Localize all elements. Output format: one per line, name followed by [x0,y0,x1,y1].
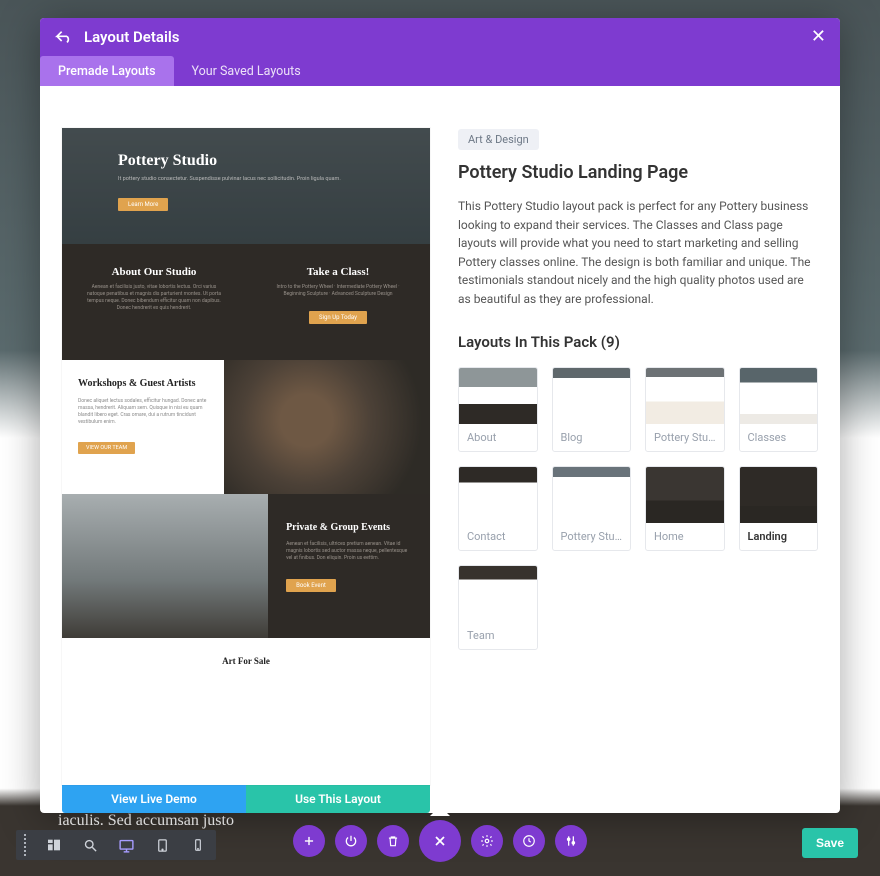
layout-description: This Pottery Studio layout pack is perfe… [458,197,818,309]
power-button[interactable] [335,825,367,857]
layout-thumb [646,467,724,523]
layout-thumb [646,368,724,424]
layout-card-about[interactable]: About [458,367,538,452]
preview-hero-title: Pottery Studio [118,152,374,170]
zoom-icon[interactable] [76,831,104,859]
tab-your-saved-layouts[interactable]: Your Saved Layouts [174,56,319,86]
delete-button[interactable] [377,825,409,857]
preview-class-button: Sign Up Today [309,311,367,324]
preview-hero-button: Learn More [118,198,168,211]
layout-card-pottery-studio-1[interactable]: Pottery Studi... [645,367,725,452]
save-button[interactable]: Save [802,828,858,858]
preview-events-image [62,494,268,638]
layout-thumb [553,368,631,424]
modal-tabs: Premade Layouts Your Saved Layouts [40,56,840,86]
wireframe-view-icon[interactable] [40,831,68,859]
close-icon[interactable]: ✕ [811,28,826,46]
layout-label: Landing [740,523,818,550]
builder-responsive-bar [16,830,216,860]
preview-workshop-image [224,360,430,494]
builder-action-bar [293,820,587,862]
close-builder-button[interactable] [419,820,461,862]
layout-card-pottery-studio-2[interactable]: Pottery Studi... [552,466,632,551]
layout-label: Pottery Studi... [646,424,724,451]
layout-card-classes[interactable]: Classes [739,367,819,452]
settings-button[interactable] [471,825,503,857]
layouts-in-pack-heading: Layouts In This Pack (9) [458,333,818,351]
preview-workshop-button: VIEW OUR TEAM [78,442,135,454]
layout-title: Pottery Studio Landing Page [458,162,818,183]
preview-class-title: Take a Class! [270,266,406,278]
layout-label: Classes [740,424,818,451]
modal-title: Layout Details [84,28,179,46]
layout-thumb [459,467,537,523]
layouts-grid: About Blog Pottery Studi... Classes Cont… [458,367,818,650]
preview-events-text: Aenean et facilisis, ultrices pretium ae… [286,541,412,562]
layout-detail-column: Art & Design Pottery Studio Landing Page… [458,128,818,813]
back-icon[interactable] [54,28,72,46]
layout-card-blog[interactable]: Blog [552,367,632,452]
layout-label: Contact [459,523,537,550]
preview-class-text: Intro to the Pottery Wheel · Intermediat… [270,284,406,298]
layout-thumb [553,467,631,523]
preview-workshop-text: Donec aliquet lectus sodales, efficitur … [78,398,208,426]
layout-label: About [459,424,537,451]
layout-thumb [459,368,537,424]
preview-about-text: Aenean et facilisis justo, vitae loborti… [86,284,222,312]
category-tag[interactable]: Art & Design [458,129,539,150]
adjustments-button[interactable] [555,825,587,857]
layout-thumb [459,566,537,622]
preview-about-title: About Our Studio [86,266,222,278]
preview-events-title: Private & Group Events [286,522,412,533]
action-bar-pointer [430,806,450,816]
preview-workshop-title: Workshops & Guest Artists [78,378,208,390]
layout-label: Blog [553,424,631,451]
preview-events-button: Book Event [286,579,336,592]
layout-preview-column: Pottery Studio It pottery studio consect… [62,128,430,813]
layout-preview[interactable]: Pottery Studio It pottery studio consect… [62,128,430,785]
layout-label: Home [646,523,724,550]
preview-art-title: Art For Sale [62,638,430,670]
layout-thumb [740,368,818,424]
layout-card-team[interactable]: Team [458,565,538,650]
layout-card-landing[interactable]: Landing [739,466,819,551]
tablet-view-icon[interactable] [148,831,176,859]
add-button[interactable] [293,825,325,857]
phone-view-icon[interactable] [184,831,212,859]
tab-premade-layouts[interactable]: Premade Layouts [40,56,174,86]
layout-card-contact[interactable]: Contact [458,466,538,551]
layout-card-home[interactable]: Home [645,466,725,551]
modal-header: Layout Details ✕ Premade Layouts Your Sa… [40,18,840,86]
drag-handle-icon[interactable] [20,834,30,856]
layout-label: Pottery Studi... [553,523,631,550]
background-body-text: iaculis. Sed accumsan justo [58,812,234,830]
layout-details-modal: Layout Details ✕ Premade Layouts Your Sa… [40,18,840,813]
preview-hero-subtitle: It pottery studio consectetur. Suspendis… [118,176,374,183]
use-this-layout-button[interactable]: Use This Layout [246,785,430,813]
layout-label: Team [459,622,537,649]
view-live-demo-button[interactable]: View Live Demo [62,785,246,813]
history-button[interactable] [513,825,545,857]
desktop-view-icon[interactable] [112,831,140,859]
layout-thumb [740,467,818,523]
